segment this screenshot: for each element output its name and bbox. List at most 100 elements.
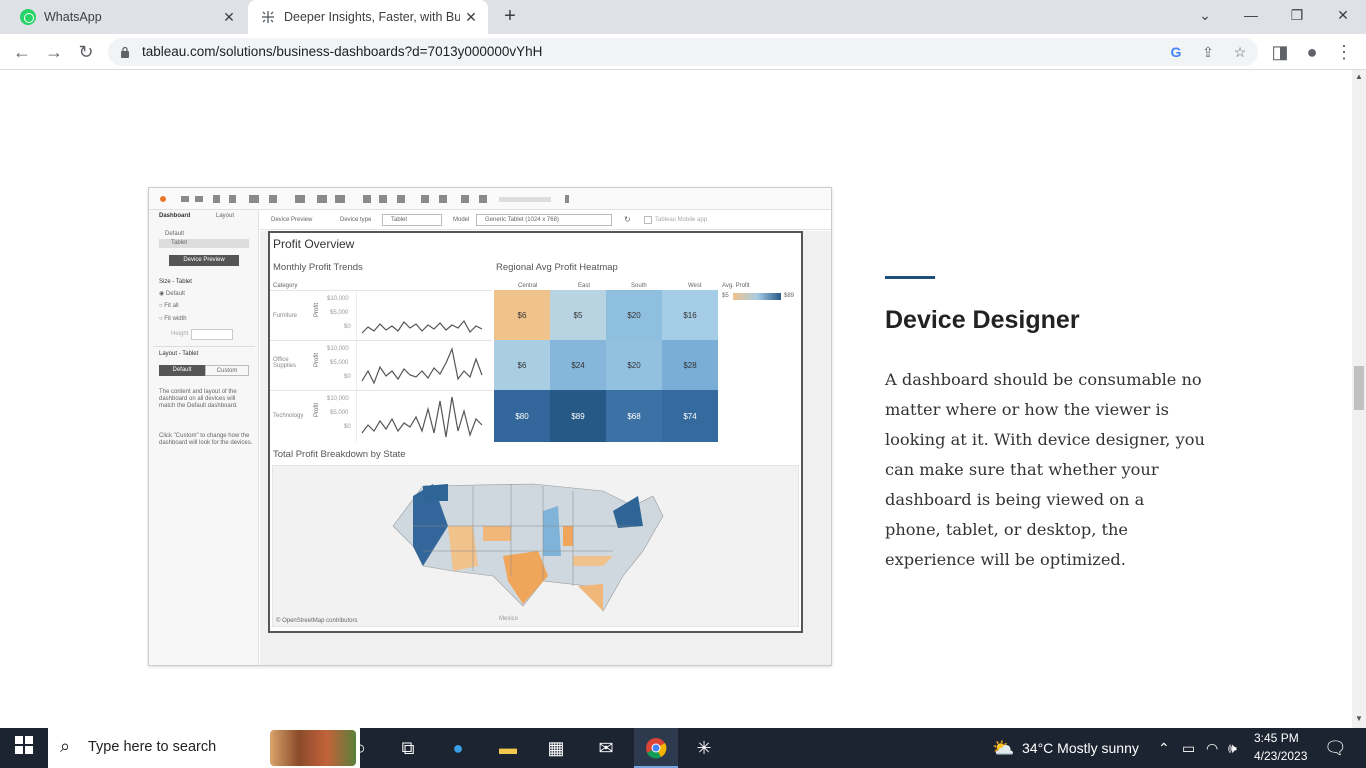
mail-icon[interactable]: ✉ xyxy=(594,736,618,760)
heatmap-cell[interactable]: $6 xyxy=(494,340,550,390)
close-icon[interactable]: ✕ xyxy=(218,9,240,26)
clock-date[interactable]: 4/23/2023 xyxy=(1254,749,1307,763)
size-option-fit-width[interactable]: ○ Fit width xyxy=(159,316,187,322)
taskbar-search-box[interactable]: ⌕ Type here to search xyxy=(48,728,360,768)
toolbar-icons xyxy=(160,195,575,203)
edge-icon[interactable]: ● xyxy=(446,736,470,760)
weather-text[interactable]: 34°C Mostly sunny xyxy=(1022,728,1139,768)
scroll-down-icon[interactable]: ▼ xyxy=(1355,714,1363,723)
bookmark-star-icon[interactable]: ☆ xyxy=(1230,42,1250,62)
heatmap-cell[interactable]: $20 xyxy=(606,340,662,390)
technology-sparkline xyxy=(356,391,483,443)
file-explorer-icon[interactable]: ▬ xyxy=(496,736,520,760)
furniture-sparkline xyxy=(356,291,483,341)
restore-icon[interactable]: ❐ xyxy=(1274,0,1320,30)
scrollbar-thumb[interactable] xyxy=(1354,366,1364,410)
tab-search-icon[interactable]: ⌄ xyxy=(1182,0,1228,30)
notifications-icon[interactable]: 🗨 xyxy=(1324,728,1347,768)
trend-rows: Furniture Profit $10,000 $5,000 $0 Offic… xyxy=(270,290,492,443)
back-icon[interactable]: ← xyxy=(10,40,34,64)
tablet-label: Tablet xyxy=(171,240,188,246)
tick-label: $5,000 xyxy=(330,310,349,316)
whatsapp-icon xyxy=(20,9,36,25)
device-preview-button[interactable]: Device Preview xyxy=(169,255,239,266)
heatmap-cell[interactable]: $5 xyxy=(550,290,606,340)
refresh-icon[interactable]: ↻ xyxy=(624,215,631,224)
url-text: tableau.com/solutions/business-dashboard… xyxy=(142,44,543,59)
menu-kebab-icon[interactable]: ⋮ xyxy=(1332,40,1356,64)
search-highlight-image xyxy=(270,730,356,766)
mobile-app-checkbox[interactable] xyxy=(644,216,652,224)
forward-icon[interactable]: → xyxy=(42,40,66,64)
map-label-mexico: Mexico xyxy=(499,616,519,622)
default-label[interactable]: Default xyxy=(165,231,184,237)
layout-title: Layout - Tablet xyxy=(159,351,199,357)
scroll-up-icon[interactable]: ▲ xyxy=(1355,72,1363,81)
store-icon[interactable]: ▦ xyxy=(544,736,568,760)
task-view-icon[interactable]: ⧉ xyxy=(396,736,420,760)
state-map[interactable]: © OpenStreetMap contributors Mexico xyxy=(272,465,799,627)
size-option-label: Fit all xyxy=(164,303,179,309)
heatmap-cell[interactable]: $68 xyxy=(606,390,662,442)
windows-start-icon[interactable] xyxy=(12,736,36,760)
tray-chevron-icon[interactable]: ⌃ xyxy=(1158,728,1170,768)
heatmap-grid: $6 $5 $20 $16 $6 $24 $20 $28 $80 $89 $68… xyxy=(494,290,718,442)
size-option-default[interactable]: ◉ Default xyxy=(159,290,185,297)
heatmap-cell[interactable]: $24 xyxy=(550,340,606,390)
weather-icon[interactable]: ⛅ xyxy=(992,728,1014,768)
tick-label: $10,000 xyxy=(327,396,349,402)
battery-icon[interactable]: ▭ xyxy=(1182,728,1195,768)
tablet-row[interactable]: Tablet xyxy=(159,239,249,248)
tab-whatsapp[interactable]: WhatsApp ✕ xyxy=(8,0,246,34)
google-translate-icon[interactable]: G xyxy=(1166,42,1186,62)
tab-layout[interactable]: Layout xyxy=(216,213,234,219)
address-bar[interactable]: tableau.com/solutions/business-dashboard… xyxy=(108,38,1258,66)
tableau-taskbar-icon[interactable]: ✳ xyxy=(692,736,716,760)
region-central: Central xyxy=(518,283,538,289)
reload-icon[interactable]: ↻ xyxy=(74,40,98,64)
device-canvas: Profit Overview Monthly Profit Trends Re… xyxy=(260,231,831,665)
tab-title: WhatsApp xyxy=(44,10,102,24)
heatmap-cell[interactable]: $6 xyxy=(494,290,550,340)
trends-title: Monthly Profit Trends xyxy=(273,262,363,273)
profit-axis-label: Profit xyxy=(314,352,321,368)
heatmap-cell[interactable]: $89 xyxy=(550,390,606,442)
volume-icon[interactable]: 🕪 xyxy=(1228,728,1237,768)
divider xyxy=(153,346,255,347)
close-icon[interactable]: ✕ xyxy=(460,9,482,26)
section-title: Device Designer xyxy=(885,306,1080,334)
tab-tableau[interactable]: Deeper Insights, Faster, with Busi ✕ xyxy=(248,0,488,34)
tab-dashboard[interactable]: Dashboard xyxy=(159,213,190,219)
clock-time[interactable]: 3:45 PM xyxy=(1254,731,1299,745)
device-preview-tab[interactable]: Device Preview xyxy=(271,217,312,223)
chrome-taskbar-item[interactable] xyxy=(634,728,678,768)
window-close-icon[interactable]: ✕ xyxy=(1320,0,1366,30)
heatmap-cell[interactable]: $80 xyxy=(494,390,550,442)
search-icon: ⌕ xyxy=(60,736,71,756)
layout-custom-button[interactable]: Custom xyxy=(205,365,249,376)
page-scrollbar[interactable]: ▲ ▼ xyxy=(1352,70,1366,728)
share-icon[interactable]: ⇪ xyxy=(1198,42,1218,62)
dashboard-left-panel: Dashboard Layout Default Tablet Device P… xyxy=(149,210,259,665)
heatmap-cell[interactable]: $20 xyxy=(606,290,662,340)
heatmap-cell[interactable]: $28 xyxy=(662,340,718,390)
map-title: Total Profit Breakdown by State xyxy=(273,449,406,460)
legend-max: $89 xyxy=(784,293,795,299)
device-type-select[interactable]: Tablet xyxy=(382,214,442,226)
layout-default-button[interactable]: Default xyxy=(159,365,205,376)
model-select[interactable]: Generic Tablet (1024 x 768) xyxy=(476,214,612,226)
wifi-icon[interactable]: ◠ xyxy=(1206,728,1218,768)
new-tab-button[interactable]: + xyxy=(498,5,522,29)
section-body: A dashboard should be consumable no matt… xyxy=(885,370,1205,569)
height-input[interactable] xyxy=(191,329,233,340)
region-south: South xyxy=(631,283,647,289)
heatmap-cell[interactable]: $74 xyxy=(662,390,718,442)
heatmap-cell[interactable]: $16 xyxy=(662,290,718,340)
profile-avatar-icon[interactable]: ● xyxy=(1300,40,1324,64)
side-panel-icon[interactable]: ◨ xyxy=(1268,40,1292,64)
tab-title: Deeper Insights, Faster, with Busi xyxy=(284,10,460,24)
cortana-icon[interactable]: ○ xyxy=(348,736,372,760)
device-preview-bar: Device Preview Device type Tablet Model … xyxy=(260,210,831,230)
minimize-icon[interactable]: — xyxy=(1228,0,1274,30)
size-option-fit-all[interactable]: ○ Fit all xyxy=(159,303,179,309)
